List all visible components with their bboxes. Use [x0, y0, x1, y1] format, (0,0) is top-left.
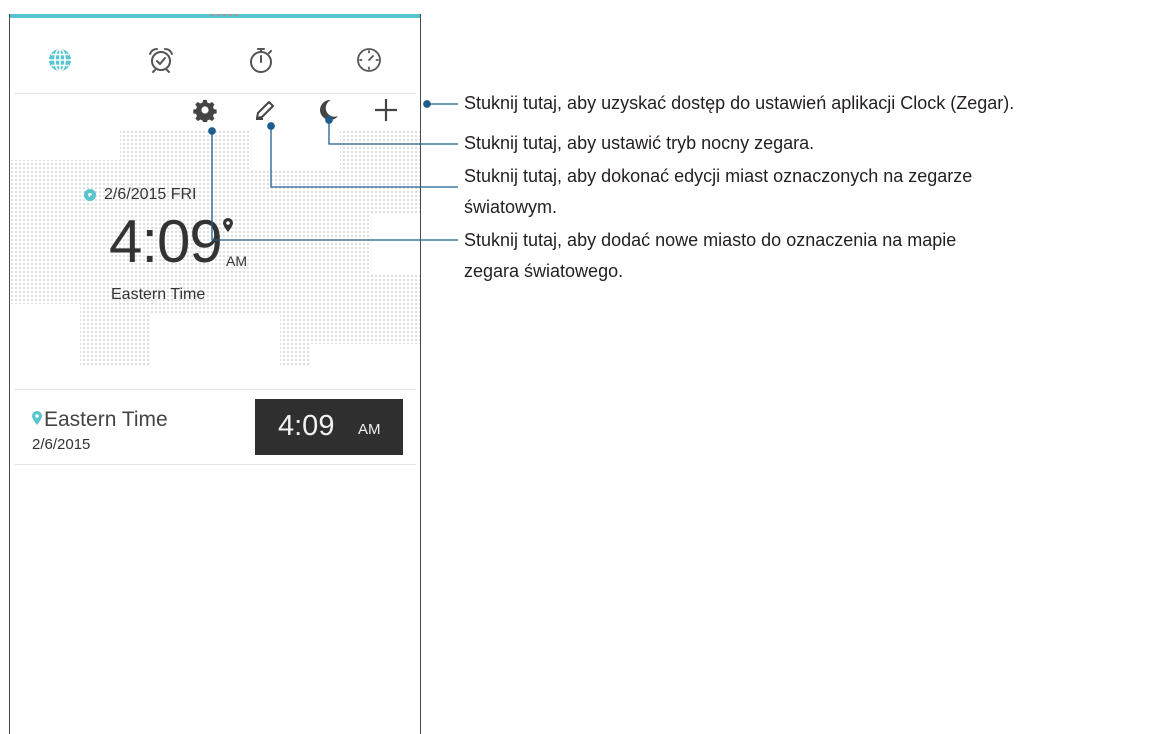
callout-add-line2: zegara światowego. — [464, 261, 624, 281]
callout-edit-line2: światowym. — [464, 197, 558, 217]
callout-add-line1: Stuknij tutaj, aby dodać nowe miasto do … — [464, 230, 957, 250]
callout-night-mode: Stuknij tutaj, aby ustawić tryb nocny ze… — [464, 133, 815, 153]
callout-settings: Stuknij tutaj, aby uzyskać dostęp do ust… — [464, 93, 1015, 113]
callout-edit-line1: Stuknij tutaj, aby dokonać edycji miast … — [464, 166, 973, 186]
